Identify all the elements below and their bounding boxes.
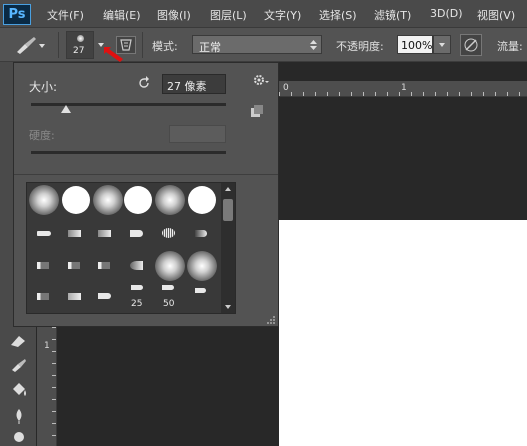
- mode-value: 正常: [199, 41, 221, 54]
- scroll-up-icon[interactable]: [225, 187, 231, 191]
- brush-tip[interactable]: [162, 228, 175, 238]
- brush-soft-round[interactable]: [187, 251, 217, 281]
- scrollbar-thumb[interactable]: [223, 199, 233, 221]
- brush-tip[interactable]: [162, 285, 174, 290]
- resize-grip-icon[interactable]: [266, 315, 276, 325]
- gear-icon[interactable]: [252, 73, 270, 87]
- brush-preview-dot: [77, 35, 84, 42]
- ruler-ticks: [279, 92, 527, 96]
- menu-edit[interactable]: 编辑(E): [103, 7, 141, 23]
- blur-tool-icon[interactable]: [9, 407, 29, 425]
- dropdown-arrow-icon: [439, 43, 445, 47]
- menu-filter[interactable]: 滤镜(T): [374, 7, 411, 23]
- size-slider-thumb[interactable]: [61, 105, 72, 113]
- pressure-icon[interactable]: [460, 34, 482, 56]
- brush-tip[interactable]: [195, 288, 206, 293]
- brush-tip[interactable]: [98, 262, 110, 269]
- menu-bar: Ps 文件(F) 编辑(E) 图像(I) 图层(L) 文字(Y) 选择(S) 滤…: [0, 0, 527, 28]
- menu-view[interactable]: 视图(V): [477, 7, 515, 23]
- flow-label: 流量:: [497, 40, 523, 53]
- hardness-field: [169, 125, 226, 143]
- opacity-value: 100%: [401, 39, 433, 52]
- brush-size-label: 27: [73, 46, 85, 56]
- opacity-dropdown[interactable]: [433, 35, 451, 54]
- brush-tip[interactable]: [130, 261, 143, 270]
- brush-grid: 25 50: [26, 182, 236, 314]
- new-preset-icon[interactable]: [250, 104, 264, 118]
- menu-select[interactable]: 选择(S): [319, 7, 357, 23]
- brush-size-number: 25: [131, 299, 143, 309]
- panel-divider: [14, 174, 278, 175]
- brush-tip[interactable]: [68, 293, 81, 300]
- ruler-left: 1: [37, 327, 57, 446]
- brush-hard-round[interactable]: [62, 186, 90, 214]
- eraser-tool-icon[interactable]: [9, 333, 29, 349]
- brush-tool-icon[interactable]: [14, 35, 46, 55]
- select-arrows-icon: [310, 40, 317, 50]
- options-bar: 27 模式: 正常 不透明度: 100% 流量:: [0, 28, 527, 62]
- mode-select[interactable]: 正常: [192, 35, 322, 54]
- brush-soft-round[interactable]: [93, 185, 123, 215]
- tools-panel: [0, 327, 36, 446]
- ruler-left-mark: 1: [44, 341, 50, 351]
- ps-logo[interactable]: Ps: [3, 4, 31, 25]
- brush-grid-scrollbar[interactable]: [221, 183, 235, 313]
- menu-file[interactable]: 文件(F): [47, 7, 84, 23]
- opacity-field[interactable]: 100%: [397, 35, 433, 54]
- brush-tip[interactable]: [37, 293, 49, 300]
- size-field[interactable]: 27 像素: [162, 74, 226, 94]
- opacity-label: 不透明度:: [336, 40, 384, 53]
- brush-soft-round[interactable]: [155, 185, 185, 215]
- hardness-label: 硬度:: [29, 129, 55, 142]
- brush-preset-panel: 大小: 27 像素 硬度: 25 50: [13, 62, 279, 327]
- separator: [58, 32, 59, 58]
- menu-layer[interactable]: 图层(L): [210, 7, 247, 23]
- brush-tip[interactable]: [37, 262, 49, 269]
- menu-3d[interactable]: 3D(D): [430, 7, 463, 20]
- brush-tip[interactable]: [131, 285, 143, 290]
- brush-preset-picker[interactable]: 27: [66, 31, 94, 59]
- brush-tip[interactable]: [98, 230, 111, 237]
- brush-tip[interactable]: [37, 231, 51, 236]
- hardness-slider-track: [31, 151, 226, 154]
- dodge-tool-icon[interactable]: [9, 429, 29, 443]
- brush-soft-round[interactable]: [155, 251, 185, 281]
- brush-panel-toggle-icon[interactable]: [116, 36, 136, 54]
- brush-tip[interactable]: [68, 230, 81, 237]
- brush-tip[interactable]: [98, 293, 111, 299]
- scroll-down-icon[interactable]: [225, 305, 231, 309]
- brush-hard-round[interactable]: [124, 186, 152, 214]
- menu-type[interactable]: 文字(Y): [264, 7, 301, 23]
- separator: [142, 32, 143, 58]
- menu-image[interactable]: 图像(I): [157, 7, 191, 23]
- brush-tip[interactable]: [130, 230, 143, 237]
- size-slider[interactable]: [31, 101, 226, 113]
- brush-tip[interactable]: [68, 262, 80, 269]
- document-canvas[interactable]: [279, 220, 527, 446]
- size-value: 27 像素: [167, 80, 207, 93]
- size-label: 大小:: [29, 80, 58, 94]
- reset-icon[interactable]: [137, 76, 151, 90]
- brush-size-number: 50: [163, 299, 175, 309]
- paint-bucket-tool-icon[interactable]: [9, 381, 29, 399]
- ruler-top: 0 1: [279, 81, 527, 97]
- ruler-left-ticks: [52, 327, 56, 446]
- brush-tip[interactable]: [195, 230, 207, 237]
- history-brush-tool-icon[interactable]: [9, 357, 29, 373]
- brush-soft-round[interactable]: [29, 185, 59, 215]
- brush-hard-round[interactable]: [188, 186, 216, 214]
- mode-label: 模式:: [152, 40, 178, 53]
